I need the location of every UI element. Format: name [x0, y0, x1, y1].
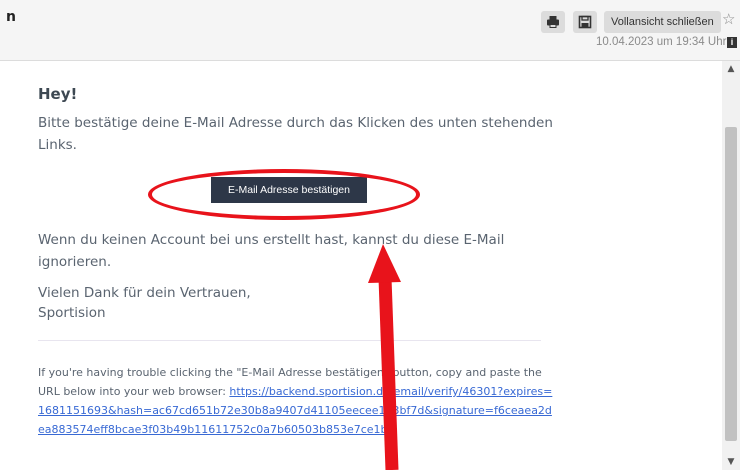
annotation-arrow-icon: [368, 244, 401, 283]
annotation-arrow-shaft: [378, 277, 399, 470]
annotation-arrow-layer: [368, 244, 401, 470]
